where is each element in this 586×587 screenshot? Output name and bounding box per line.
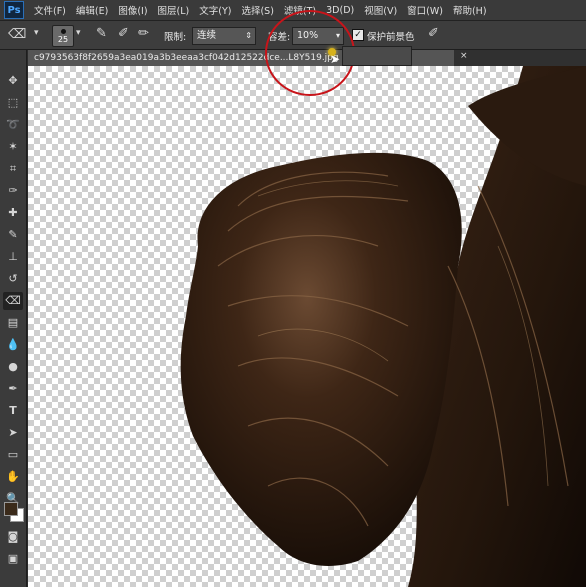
chevron-down-icon[interactable]: ▾ [34, 28, 39, 38]
background-eraser-icon[interactable]: ⌫ [3, 292, 23, 310]
healing-brush-icon[interactable]: ✚ [3, 204, 23, 222]
shape-tool-icon[interactable]: ▭ [3, 446, 23, 464]
brush-size-value: 25 [57, 35, 69, 44]
eyedropper-icon[interactable]: ✑ [3, 182, 23, 200]
background-eraser-preset-icon[interactable]: ⌫ [8, 27, 26, 42]
limit-select[interactable]: 连续 ⇕ [192, 27, 256, 45]
sampling-once-icon[interactable]: ✐ [118, 26, 129, 41]
menu-edit[interactable]: 编辑(E) [76, 3, 108, 17]
screen-mode-icon[interactable]: ▣ [3, 550, 23, 568]
lasso-tool-icon[interactable]: ➰ [3, 116, 23, 134]
foreground-color-swatch[interactable] [4, 502, 18, 516]
close-icon[interactable]: × [460, 51, 468, 61]
mouse-pointer-icon: ➤ [330, 52, 341, 66]
brush-tool-icon[interactable]: ✎ [3, 226, 23, 244]
chevron-updown-icon: ⇕ [245, 31, 252, 40]
limit-value: 连续 [197, 30, 217, 41]
menu-layer[interactable]: 图层(L) [158, 3, 190, 17]
photoshop-logo: Ps [4, 1, 24, 19]
clone-stamp-icon[interactable]: ⊥ [3, 248, 23, 266]
protect-foreground-label: 保护前景色 [367, 32, 415, 43]
magic-wand-icon[interactable]: ✶ [3, 138, 23, 156]
menu-type[interactable]: 文字(Y) [199, 3, 231, 17]
tools-panel: ✥ ⬚ ➰ ✶ ⌗ ✑ ✚ ✎ ⊥ ↺ ⌫ ▤ 💧 ● ✒ T ➤ ▭ ✋ 🔍 … [0, 50, 27, 587]
crop-tool-icon[interactable]: ⌗ [3, 160, 23, 178]
menu-window[interactable]: 窗口(W) [407, 3, 443, 17]
document-canvas[interactable] [28, 66, 586, 587]
chevron-down-icon[interactable]: ▾ [76, 28, 81, 38]
hand-tool-icon[interactable]: ✋ [3, 468, 23, 486]
marquee-tool-icon[interactable]: ⬚ [3, 94, 23, 112]
tolerance-slider-popup[interactable] [342, 46, 412, 66]
menu-view[interactable]: 视图(V) [364, 3, 397, 17]
menu-file[interactable]: 文件(F) [34, 3, 66, 17]
pen-tool-icon[interactable]: ✒ [3, 380, 23, 398]
history-brush-icon[interactable]: ↺ [3, 270, 23, 288]
menu-help[interactable]: 帮助(H) [453, 3, 487, 17]
sampling-continuous-icon[interactable]: ✎ [96, 26, 107, 41]
path-selection-icon[interactable]: ➤ [3, 424, 23, 442]
type-tool-icon[interactable]: T [3, 402, 23, 420]
dodge-tool-icon[interactable]: ● [3, 358, 23, 376]
menu-select[interactable]: 选择(S) [241, 3, 273, 17]
blur-tool-icon[interactable]: 💧 [3, 336, 23, 354]
move-tool-icon[interactable]: ✥ [3, 72, 23, 90]
tablet-pressure-icon[interactable]: ✐ [428, 26, 439, 41]
gradient-tool-icon[interactable]: ▤ [3, 314, 23, 332]
protect-foreground-checkbox[interactable]: ✓ [352, 29, 364, 41]
quick-mask-icon[interactable]: ◙ [3, 528, 23, 546]
hair-image [180, 66, 586, 587]
limit-label: 限制: [164, 32, 187, 43]
brush-size-picker[interactable]: 25 [52, 25, 74, 47]
menu-image[interactable]: 图像(I) [118, 3, 147, 17]
sampling-swatch-icon[interactable]: ✏ [138, 26, 149, 41]
